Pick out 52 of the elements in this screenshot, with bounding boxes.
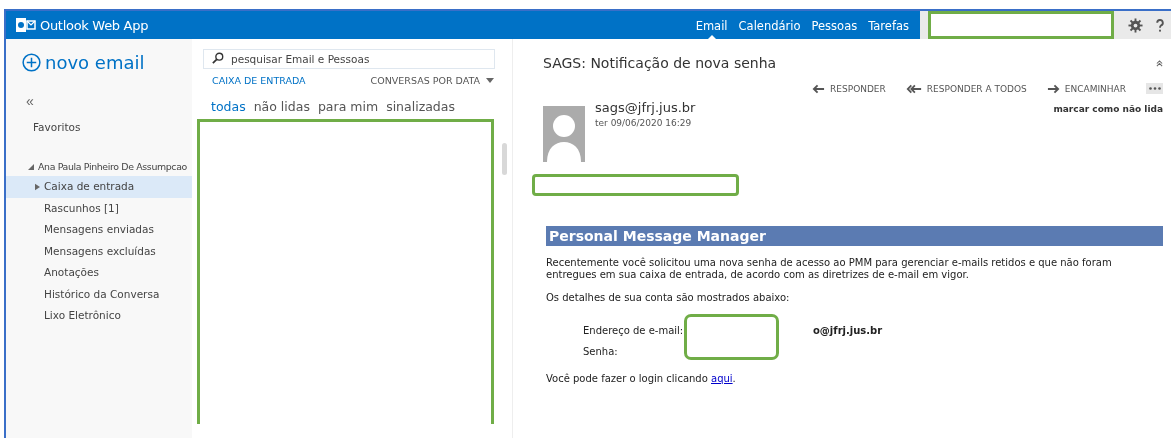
folder-item[interactable]: Caixa de entrada bbox=[6, 176, 192, 198]
field-value: o@jfrj.jus.br bbox=[812, 325, 883, 336]
expanded-triangle-icon bbox=[28, 163, 34, 170]
filter-tab[interactable]: para mim bbox=[317, 99, 379, 114]
folder-item[interactable]: Mensagens excluídas bbox=[6, 240, 192, 262]
field-label: Endereço de e-mail: bbox=[583, 325, 685, 336]
settings-icon[interactable] bbox=[1128, 17, 1143, 33]
right-arrow-icon bbox=[1046, 83, 1060, 94]
ellipsis-icon bbox=[1148, 87, 1161, 90]
more-button[interactable] bbox=[1146, 83, 1163, 94]
left-arrow-icon bbox=[812, 83, 826, 94]
collapse-button[interactable]: « bbox=[26, 93, 34, 109]
message-subject: SAGS: Notificação de nova senha bbox=[543, 55, 777, 71]
outlook-logo-icon bbox=[16, 17, 36, 33]
caret-icon bbox=[486, 78, 494, 83]
account-folder[interactable]: Ana Paula Pinheiro De Assumpcao bbox=[28, 161, 187, 172]
login-link[interactable]: aqui bbox=[711, 373, 733, 384]
email-paragraph: Os detalhes de sua conta são mostrados abaixo: bbox=[546, 292, 791, 304]
filter-tab[interactable]: sinalizadas bbox=[386, 99, 455, 114]
mark-unread-link[interactable]: marcar como não lida bbox=[1053, 104, 1163, 114]
plus-circle-icon bbox=[22, 53, 41, 72]
message-date: ter 09/06/2020 16:29 bbox=[595, 118, 693, 128]
filter-tab[interactable]: não lidas bbox=[253, 99, 310, 114]
folder-item[interactable]: Histórico da Conversa bbox=[6, 283, 192, 305]
collapse-chevron-icon[interactable] bbox=[1156, 59, 1163, 67]
folder-item[interactable]: Rascunhos [1] bbox=[6, 197, 192, 219]
nav-tab[interactable]: Pessoas bbox=[811, 11, 858, 39]
filter-tab[interactable]: todas bbox=[211, 99, 246, 114]
nav-tab[interactable]: Calendário bbox=[738, 11, 801, 39]
field-label: Senha: bbox=[583, 346, 619, 357]
avatar-icon bbox=[543, 106, 585, 162]
double-left-arrow-icon bbox=[905, 83, 922, 94]
search-field[interactable]: pesquisar Email e Pessoas bbox=[203, 49, 495, 69]
message-action-button[interactable]: RESPONDER A TODOS bbox=[905, 83, 1027, 94]
favorites-heading[interactable]: Favoritos bbox=[33, 121, 81, 133]
sort-dropdown[interactable]: CONVERSAS POR DATA bbox=[370, 75, 494, 86]
search-icon bbox=[212, 52, 224, 64]
app-title: Outlook Web App bbox=[40, 17, 149, 33]
folder-item[interactable]: Anotações bbox=[6, 262, 192, 284]
folder-link[interactable]: CAIXA DE ENTRADA bbox=[212, 75, 306, 86]
message-action-button[interactable]: RESPONDER bbox=[812, 83, 886, 94]
folder-item[interactable]: Lixo Eletrônico bbox=[6, 305, 192, 327]
login-sentence: Você pode fazer o login clicando aqui. bbox=[546, 373, 737, 385]
email-banner: Personal Message Manager bbox=[546, 226, 1163, 246]
nav-tab[interactable]: Tarefas bbox=[868, 11, 909, 39]
message-action-button[interactable]: ENCAMINHAR bbox=[1046, 83, 1126, 94]
help-icon[interactable] bbox=[1155, 17, 1165, 33]
sender-address[interactable]: sags@jfrj.jus.br bbox=[595, 100, 696, 115]
email-paragraph: Recentemente você solicitou uma nova senha de acesso ao PMM para gerenciar e-mails retidos e que não foram entregues em sua caixa de entrada, de acordo com as diretrizes de e-mail em vigor. bbox=[546, 257, 1113, 281]
new-email-button[interactable]: novo email bbox=[22, 52, 145, 73]
nav-tab[interactable]: Email bbox=[695, 11, 728, 39]
folder-item[interactable]: Mensagens enviadas bbox=[6, 219, 192, 241]
